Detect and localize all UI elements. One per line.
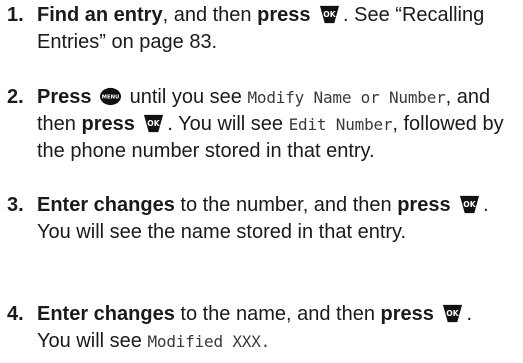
step-number: 2. [7,86,24,108]
step-text: Enter changes to the name, and then pres… [37,303,473,352]
svg-text:OK: OK [148,119,161,128]
ok-key-icon: OK [318,4,341,25]
ok-key-icon: OK [142,113,165,134]
step-text: Find an entry, and then press OK. See “R… [37,4,485,53]
step-number: 3. [7,194,24,216]
instruction-page: 1. Find an entry, and then press OK. See… [0,0,523,363]
svg-text:OK: OK [447,309,460,318]
svg-text:OK: OK [323,10,336,19]
step-text: Press MENU until you see Modify Name or … [37,86,504,162]
svg-text:MENU: MENU [102,94,119,100]
svg-text:OK: OK [463,200,476,209]
step-number: 1. [7,4,24,26]
ok-key-icon: OK [458,194,481,215]
step-number: 4. [7,303,24,325]
ok-key-icon: OK [441,303,464,324]
step-text: Enter changes to the number, and then pr… [37,194,489,243]
menu-key-icon: MENU [99,86,122,107]
